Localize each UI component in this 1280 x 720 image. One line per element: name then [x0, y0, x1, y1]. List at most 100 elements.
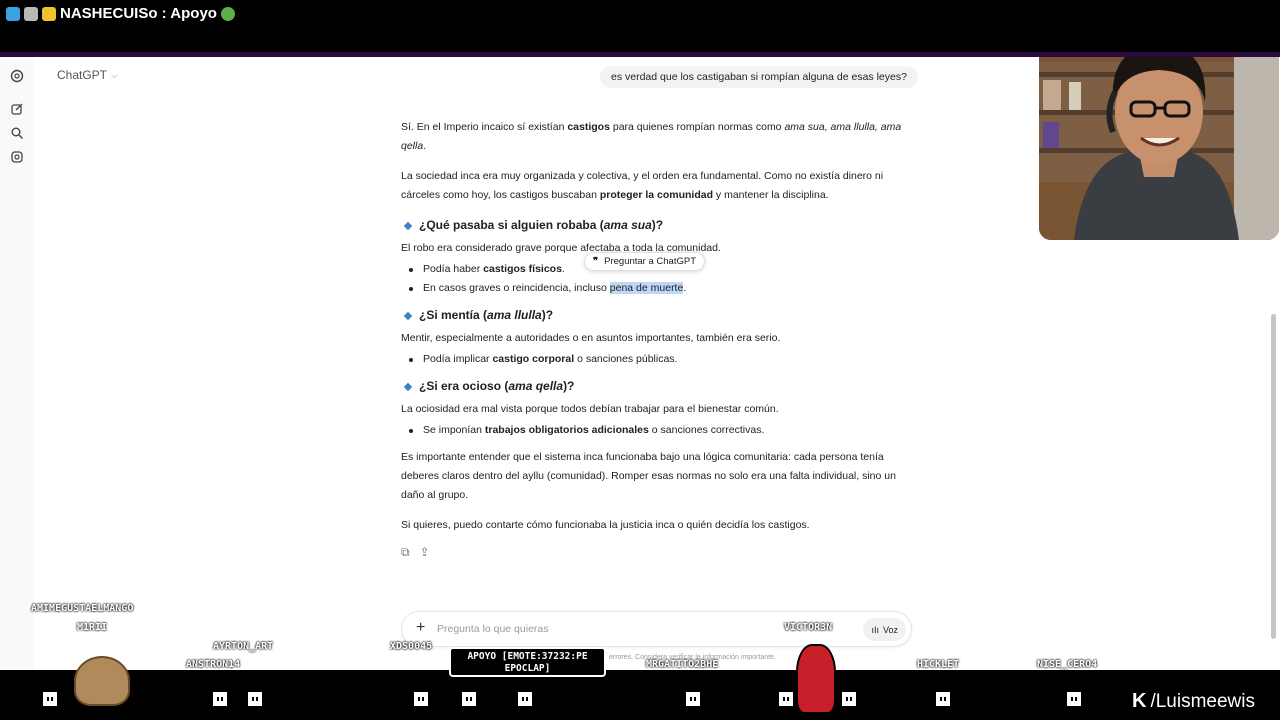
- plus-icon[interactable]: +: [416, 619, 425, 637]
- list-item: En casos graves o reincidencia, incluso …: [401, 279, 911, 298]
- italic-text: ama sua: [603, 218, 652, 232]
- copy-icon[interactable]: ⧉: [401, 545, 410, 560]
- diamond-icon: [403, 311, 413, 320]
- stream-title: NASHECUISo : Apoyo: [60, 5, 217, 22]
- new-chat-icon[interactable]: [10, 102, 24, 116]
- chat-avatar: [211, 690, 229, 708]
- red-character-icon: [796, 644, 836, 714]
- text: Sí. En el Imperio incaico sí existían: [401, 121, 568, 133]
- text: o sanciones correctivas.: [648, 424, 765, 436]
- sword-icon: [24, 6, 38, 21]
- chat-avatar: [41, 690, 59, 708]
- chat-avatar: [934, 690, 952, 708]
- chat-username: ANSTRON14: [186, 659, 241, 670]
- answer-paragraph: Si quieres, puedo contarte cómo funciona…: [401, 519, 810, 531]
- chat-avatar: [460, 690, 478, 708]
- banner-divider: [0, 52, 1280, 57]
- assistant-answer: Sí. En el Imperio incaico sí existían ca…: [401, 118, 911, 546]
- text: )?: [651, 218, 664, 232]
- text: .: [423, 140, 427, 152]
- pepe-emote-icon: [220, 6, 235, 21]
- text: Se imponían: [423, 424, 485, 436]
- bullet-list: Se imponían trabajos obligatorios adicio…: [401, 421, 911, 440]
- quote-icon: ❞: [593, 256, 599, 267]
- text: Podía implicar: [423, 353, 493, 365]
- chevron-down-icon: ⌵: [111, 69, 118, 80]
- streamer-brand: K /Luismeewis: [1132, 690, 1255, 713]
- prompt-input[interactable]: Pregunta lo que quieras: [437, 623, 549, 635]
- chat-username: MRGATITO2BHE: [646, 659, 719, 670]
- section-heading-robo: ¿Qué pasaba si alguien robaba (ama sua)?: [403, 216, 911, 235]
- text: y mantener la disciplina.: [713, 189, 829, 201]
- answer-paragraph: Sí. En el Imperio incaico sí existían ca…: [401, 118, 911, 156]
- stream-bottom-overlay: [0, 670, 1280, 720]
- scrollbar[interactable]: [1271, 314, 1276, 639]
- answer-paragraph: La sociedad inca era muy organizada y co…: [401, 167, 911, 205]
- stream-title-bar: NASHECUISo : Apoyo: [6, 5, 235, 22]
- text: En casos graves o reincidencia, incluso: [423, 282, 610, 294]
- share-icon[interactable]: ⇪: [420, 545, 430, 560]
- chat-avatar: [1065, 690, 1083, 708]
- list-item: Se imponían trabajos obligatorios adicio…: [401, 421, 911, 440]
- text: )?: [541, 308, 554, 322]
- bold-text: castigos: [567, 121, 610, 133]
- text: o sanciones públicas.: [574, 353, 678, 365]
- chat-username: AMIMEGUSTAELMANGO: [31, 603, 134, 614]
- helmet-avatar-icon: [74, 656, 130, 706]
- text: .: [683, 282, 687, 294]
- chat-avatar: [246, 690, 264, 708]
- chat-username: NISE_CERO4: [1037, 659, 1098, 670]
- voice-label: Voz: [882, 624, 898, 635]
- italic-text: ama qella: [508, 379, 564, 393]
- kick-logo-icon: K: [1132, 690, 1147, 712]
- bullet-list: Podía implicar castigo corporal o sancio…: [401, 350, 911, 369]
- section-heading-ocio: ¿Si era ocioso (ama qella)?: [403, 377, 911, 396]
- diamond-icon: [403, 382, 413, 391]
- chat-avatar: [684, 690, 702, 708]
- text: ¿Qué pasaba si alguien robaba (: [419, 218, 604, 232]
- diamond-icon: [403, 221, 413, 230]
- italic-text: ama llulla: [487, 308, 542, 322]
- chat-avatar: [777, 690, 795, 708]
- selected-text[interactable]: pena de muerte: [609, 282, 684, 294]
- text: Podía haber: [423, 263, 484, 275]
- model-label: ChatGPT: [57, 68, 108, 82]
- bold-text: trabajos obligatorios adicionales: [484, 424, 649, 436]
- chat-username: HICKLET: [917, 659, 960, 670]
- chat-avatar: [412, 690, 430, 708]
- list-item: Podía implicar castigo corporal o sancio…: [401, 350, 911, 369]
- text: .: [561, 263, 565, 275]
- chat-avatar: [516, 690, 534, 708]
- chat-username: XDS0045: [390, 641, 433, 652]
- ask-chatgpt-popup[interactable]: ❞ Preguntar a ChatGPT: [584, 252, 706, 271]
- section-heading-mentira: ¿Si mentía (ama llulla)?: [403, 306, 911, 325]
- voice-button[interactable]: ıIı Voz: [863, 618, 906, 641]
- crown-icon: [42, 6, 56, 21]
- user-message: es verdad que los castigaban si rompían …: [600, 66, 918, 88]
- search-icon[interactable]: [10, 126, 24, 140]
- chat-speech-bubble: APOYO [EMOTE:37232:PE EPOCLAP]: [449, 647, 606, 677]
- text: )?: [563, 379, 575, 393]
- chat-username: M1RII: [77, 622, 108, 633]
- library-icon[interactable]: [10, 150, 24, 164]
- openai-logo-icon[interactable]: [10, 69, 24, 83]
- answer-paragraph: Es importante entender que el sistema in…: [401, 451, 896, 501]
- message-actions: ⧉ ⇪: [401, 545, 430, 560]
- badge-icon: [6, 6, 20, 21]
- model-selector[interactable]: ChatGPT ⌵: [57, 68, 118, 82]
- chat-username: VICTOR3N: [784, 622, 833, 633]
- chat-avatar: [840, 690, 858, 708]
- sidebar-rail: [0, 57, 34, 670]
- stream-banner: NASHECUISo : Apoyo: [0, 0, 1280, 52]
- text: para quienes rompían normas como: [609, 121, 785, 133]
- bold-text: castigos físicos: [483, 263, 562, 275]
- brand-handle: /Luismeewis: [1150, 690, 1255, 712]
- bold-text: proteger la comunidad: [599, 189, 714, 201]
- composer: + Pregunta lo que quieras ıIı Voz: [401, 611, 912, 647]
- ask-chatgpt-label: Preguntar a ChatGPT: [604, 256, 697, 267]
- chat-username: AYRTON_ART: [213, 641, 274, 652]
- answer-paragraph: Mentir, especialmente a autoridades o en…: [401, 332, 781, 344]
- text: ¿Si mentía (: [419, 308, 488, 322]
- text: ¿Si era ocioso (: [419, 379, 509, 393]
- answer-paragraph: La ociosidad era mal vista porque todos …: [401, 403, 779, 415]
